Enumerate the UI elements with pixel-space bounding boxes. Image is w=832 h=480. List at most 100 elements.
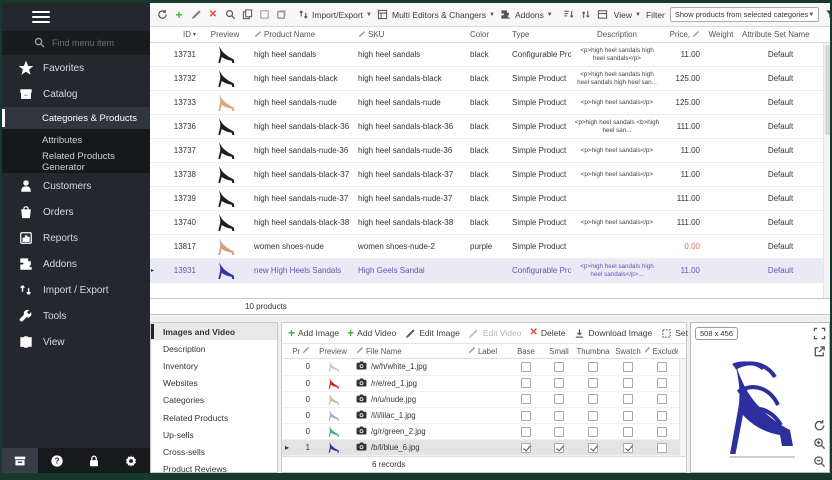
small-checkbox[interactable]	[554, 411, 564, 421]
add-image-button[interactable]: +Add Image	[288, 328, 339, 338]
sidebar-item-view[interactable]: View	[2, 329, 150, 355]
image-row[interactable]: 0 /l/i/lilac_1.jpg	[282, 408, 686, 424]
col-thumbnail[interactable]: Thumbna	[575, 347, 611, 356]
add-product-icon[interactable]: +	[173, 9, 185, 21]
base-checkbox[interactable]	[521, 427, 531, 437]
col-type[interactable]: Type	[509, 30, 571, 39]
product-row[interactable]: 13739 high heel sandals-nude-37 high hee…	[150, 187, 830, 211]
exclude-checkbox[interactable]	[657, 443, 667, 453]
product-row[interactable]: 13738 high heel sandals-black-37 high he…	[150, 163, 830, 187]
product-row[interactable]: 13732 high heel sandals-black high heel …	[150, 67, 830, 91]
sort-az-icon[interactable]	[563, 9, 575, 21]
detail-tab[interactable]: Up-sells	[151, 426, 277, 443]
fullscreen-icon[interactable]	[813, 327, 826, 340]
delete-image-button[interactable]: ✕Delete	[529, 328, 565, 338]
product-row[interactable]: 13737 high heel sandals-nude-36 high hee…	[150, 139, 830, 163]
search-products-icon[interactable]	[224, 9, 236, 21]
edit-image-button[interactable]: Edit Image	[404, 327, 460, 339]
swatch-checkbox[interactable]	[623, 427, 633, 437]
col-base[interactable]: Base	[509, 347, 543, 356]
duplicate-icon[interactable]	[275, 9, 287, 21]
sidebar-item-import-export[interactable]: Import / Export	[2, 277, 150, 303]
sidebar-subitem[interactable]: Attributes	[2, 129, 150, 151]
small-checkbox[interactable]	[554, 427, 564, 437]
sidebar-subitem[interactable]: Related Products Generator	[2, 151, 150, 173]
swatch-checkbox[interactable]	[623, 443, 633, 453]
products-scrollbar[interactable]	[823, 43, 830, 298]
menu-search[interactable]: Find menu item	[2, 31, 150, 55]
col-product-name[interactable]: Product Name	[251, 30, 355, 40]
detail-tab[interactable]: Images and Video	[151, 323, 277, 340]
col-file-name[interactable]: File Name	[353, 346, 465, 356]
sidebar-item-customers[interactable]: Customers	[2, 173, 150, 199]
image-row[interactable]: ▸ 1 /b/l/blue_6.jpg	[282, 440, 686, 456]
detail-tab[interactable]: Inventory	[151, 357, 277, 374]
exclude-checkbox[interactable]	[657, 362, 667, 372]
image-row[interactable]: 0 /g/r/green_2.jpg	[282, 424, 686, 440]
rotate-icon[interactable]	[813, 419, 826, 432]
image-row[interactable]: 0 /w/h/white_1.jpg	[282, 359, 686, 375]
base-checkbox[interactable]	[521, 394, 531, 404]
exclude-checkbox[interactable]	[657, 378, 667, 388]
edit-product-icon[interactable]	[190, 9, 202, 21]
images-scrollbar[interactable]	[679, 359, 686, 456]
swatch-checkbox[interactable]	[623, 411, 633, 421]
col-small[interactable]: Small	[543, 347, 575, 356]
base-checkbox[interactable]	[521, 378, 531, 388]
multi-editors-button[interactable]: Multi Editors & Changers▼	[377, 9, 495, 21]
base-checkbox[interactable]	[521, 443, 531, 453]
col-label[interactable]: Label	[465, 346, 509, 356]
sidebar-item-reports[interactable]: Reports	[2, 225, 150, 251]
col-weight[interactable]: Weight	[703, 30, 739, 39]
col-swatch[interactable]: Swatch	[611, 347, 645, 356]
download-image-button[interactable]: Download Image	[573, 327, 652, 339]
detail-tab[interactable]: Websites	[151, 375, 277, 392]
col-attribute-set[interactable]: Attribute Set Name	[739, 30, 822, 39]
col-exclude[interactable]: Exclude	[645, 346, 678, 356]
small-checkbox[interactable]	[554, 443, 564, 453]
copy-icon[interactable]	[241, 9, 253, 21]
sidebar-item-favorites[interactable]: Favorites	[2, 55, 150, 81]
category-filter-select[interactable]: Show products from selected categories▼	[670, 7, 819, 22]
layout-icon[interactable]	[597, 9, 609, 21]
product-row[interactable]: 13736 high heel sandals-black-36 high he…	[150, 115, 830, 139]
open-external-icon[interactable]	[813, 345, 826, 358]
store-icon[interactable]	[2, 448, 38, 473]
thumbnail-checkbox[interactable]	[588, 443, 598, 453]
col-preview[interactable]: Preview	[199, 30, 251, 39]
thumbnail-checkbox[interactable]	[588, 427, 598, 437]
add-video-button[interactable]: +Add Video	[347, 328, 396, 338]
detail-tab[interactable]: Cross-sells	[151, 443, 277, 460]
sidebar-item-catalog[interactable]: Catalog	[2, 81, 150, 107]
product-row[interactable]: 13731 high heel sandals high heel sandal…	[150, 43, 830, 67]
sort-order-icon[interactable]	[580, 9, 592, 21]
base-checkbox[interactable]	[521, 362, 531, 372]
product-row[interactable]: ▸ 13931 new High Heels Sandals High Geel…	[150, 259, 830, 283]
exclude-checkbox[interactable]	[657, 427, 667, 437]
col-id[interactable]: ID▾	[159, 30, 199, 39]
detail-tab[interactable]: Related Products	[151, 409, 277, 426]
col-description[interactable]: Description	[571, 30, 663, 39]
product-row[interactable]: 13740 high heel sandals-black-38 high he…	[150, 211, 830, 235]
swatch-checkbox[interactable]	[623, 362, 633, 372]
image-row[interactable]: 0 /n/u/nude.jpg	[282, 392, 686, 408]
base-checkbox[interactable]	[521, 411, 531, 421]
image-row[interactable]: 0 /r/e/red_1.jpg	[282, 376, 686, 392]
gear-icon[interactable]	[113, 448, 150, 473]
help-icon[interactable]: ?	[38, 448, 75, 473]
product-row[interactable]: 13733 high heel sandals-nude high heel s…	[150, 91, 830, 115]
col-color[interactable]: Color	[467, 30, 509, 39]
col-img-preview[interactable]: Preview	[313, 347, 353, 356]
edit-video-button[interactable]: Edit Video	[468, 327, 522, 339]
sidebar-item-orders[interactable]: Orders	[2, 199, 150, 225]
filters-button[interactable]: Filters▼	[824, 9, 830, 21]
thumbnail-checkbox[interactable]	[588, 362, 598, 372]
detail-tab[interactable]: Categories	[151, 392, 277, 409]
detail-tab[interactable]: Description	[151, 340, 277, 357]
view-button[interactable]: View▼	[614, 10, 641, 20]
import-export-button[interactable]: Import/Export▼	[297, 9, 372, 21]
thumbnail-checkbox[interactable]	[588, 411, 598, 421]
detail-tab[interactable]: Product Reviews	[151, 461, 277, 474]
sidebar-subitem[interactable]: Categories & Products	[2, 107, 150, 129]
col-price[interactable]: Price,	[663, 30, 703, 40]
